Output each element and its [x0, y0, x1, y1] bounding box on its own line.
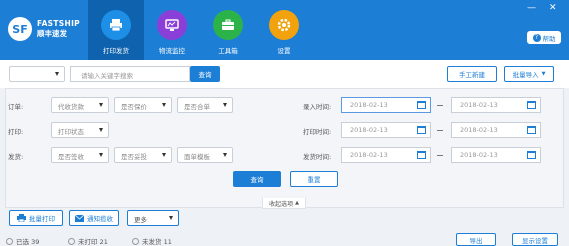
calendar-icon [417, 101, 426, 109]
ship-time-label: 发货时间: [303, 153, 332, 161]
print-time-start[interactable]: 2018-02-13 [341, 122, 431, 138]
radio-icon [68, 237, 75, 245]
status-bar: 已选 39 未打印 21 未发货 11 导出 显示设置 [0, 231, 569, 246]
search-button[interactable]: 查询 [190, 66, 220, 82]
chevron-down-icon [162, 153, 166, 157]
chevron-down-icon [162, 103, 166, 107]
nav-item-settings[interactable]: 设置 [256, 0, 312, 60]
nav-item-logistics[interactable]: 物流监控 [144, 0, 200, 60]
calendar-icon [417, 126, 426, 134]
not-printed-count: 未打印 21 [68, 236, 108, 246]
record-time-end[interactable]: 2018-02-13 [451, 97, 541, 113]
reset-button[interactable]: 重置 [290, 171, 338, 187]
print-time-label: 打印时间: [303, 128, 332, 136]
gear-icon [269, 10, 299, 40]
search-toolbar: 请输入关键字搜索 查询 手工新建 批量导入 ▼ [0, 60, 569, 88]
manual-create-button[interactable]: 手工新建 [447, 66, 497, 82]
calendar-icon [417, 151, 426, 159]
nav-label: 工具箱 [218, 47, 238, 55]
merged-select[interactable]: 是否合单 [177, 97, 233, 113]
app-header: SF FASTSHIP 顺丰速发 打印发货 物流监控 工具箱 设置 — ✕ ? … [0, 0, 569, 60]
ship-label: 发货: [8, 153, 24, 161]
printer-icon [101, 10, 131, 40]
chevron-down-icon [99, 103, 103, 107]
delivered-select[interactable]: 是否妥投 [114, 147, 172, 163]
toolbox-icon [213, 10, 243, 40]
more-select[interactable]: 更多 [127, 210, 179, 226]
display-settings-button[interactable]: 显示设置 [512, 233, 558, 246]
chevron-down-icon [55, 72, 59, 76]
help-label: 帮助 [542, 34, 556, 43]
chevron-down-icon [223, 153, 227, 157]
query-button[interactable]: 查询 [233, 171, 281, 187]
nav-label: 打印发货 [103, 47, 129, 55]
calendar-icon [527, 126, 536, 134]
brand-name-en: FASTSHIP [37, 19, 80, 28]
notify-pickup-button[interactable]: 通知揽收 [69, 210, 119, 226]
cod-select[interactable]: 代收货款 [51, 97, 109, 113]
monitor-icon [157, 10, 187, 40]
collapse-options-toggle[interactable]: 收起选项 ▲ [262, 198, 306, 209]
not-shipped-count: 未发货 11 [132, 236, 172, 246]
chevron-down-icon [223, 103, 227, 107]
close-button[interactable]: ✕ [549, 4, 557, 13]
search-placeholder: 请输入关键字搜索 [81, 72, 133, 80]
notify-pickup-label: 通知揽收 [87, 215, 113, 223]
waybill-template-select[interactable]: 面单模板 [177, 147, 233, 163]
radio-icon [6, 237, 13, 245]
ship-time-start[interactable]: 2018-02-13 [341, 147, 431, 163]
search-field-select[interactable] [9, 66, 65, 82]
nav-item-toolbox[interactable]: 工具箱 [200, 0, 256, 60]
batch-print-label: 批量打印 [29, 215, 55, 223]
chevron-down-icon [99, 128, 103, 132]
printer-icon [17, 214, 26, 222]
caret-down-icon: ▼ [541, 71, 546, 77]
nav-label: 设置 [277, 47, 291, 55]
logo-mark: SF [8, 17, 32, 41]
calendar-icon [527, 101, 536, 109]
mail-icon [75, 214, 84, 222]
help-icon: ? [532, 33, 541, 42]
chevron-down-icon [169, 216, 173, 220]
nav-item-print-ship[interactable]: 打印发货 [88, 0, 144, 60]
signed-select[interactable]: 是否签收 [51, 147, 109, 163]
help-button[interactable]: ? 帮助 [527, 31, 561, 44]
record-time-label: 录入时间: [303, 103, 332, 111]
chevron-down-icon [99, 153, 103, 157]
ship-time-end[interactable]: 2018-02-13 [451, 147, 541, 163]
print-time-end[interactable]: 2018-02-13 [451, 122, 541, 138]
chevron-up-icon: ▲ [295, 200, 299, 206]
batch-print-button[interactable]: 批量打印 [9, 210, 63, 226]
batch-import-label: 批量导入 [512, 71, 539, 79]
batch-import-button[interactable]: 批量导入 ▼ [504, 66, 554, 82]
brand-name-cn: 顺丰速发 [37, 29, 67, 38]
calendar-icon [527, 151, 536, 159]
export-button[interactable]: 导出 [456, 233, 496, 246]
radio-icon [132, 237, 139, 245]
nav-label: 物流监控 [159, 47, 185, 55]
print-status-select[interactable]: 打印状态 [51, 122, 109, 138]
print-label: 打印: [8, 128, 24, 136]
minimize-button[interactable]: — [527, 4, 536, 13]
order-label: 订单: [8, 103, 24, 111]
selected-count: 已选 39 [6, 236, 39, 246]
record-time-start[interactable]: 2018-02-13 [341, 97, 431, 113]
insured-select[interactable]: 是否保价 [114, 97, 172, 113]
app-logo: SF FASTSHIP 顺丰速发 [8, 17, 80, 41]
search-input[interactable]: 请输入关键字搜索 [70, 66, 190, 82]
main-nav: 打印发货 物流监控 工具箱 设置 [88, 0, 312, 60]
collapse-label: 收起选项 [269, 200, 294, 208]
